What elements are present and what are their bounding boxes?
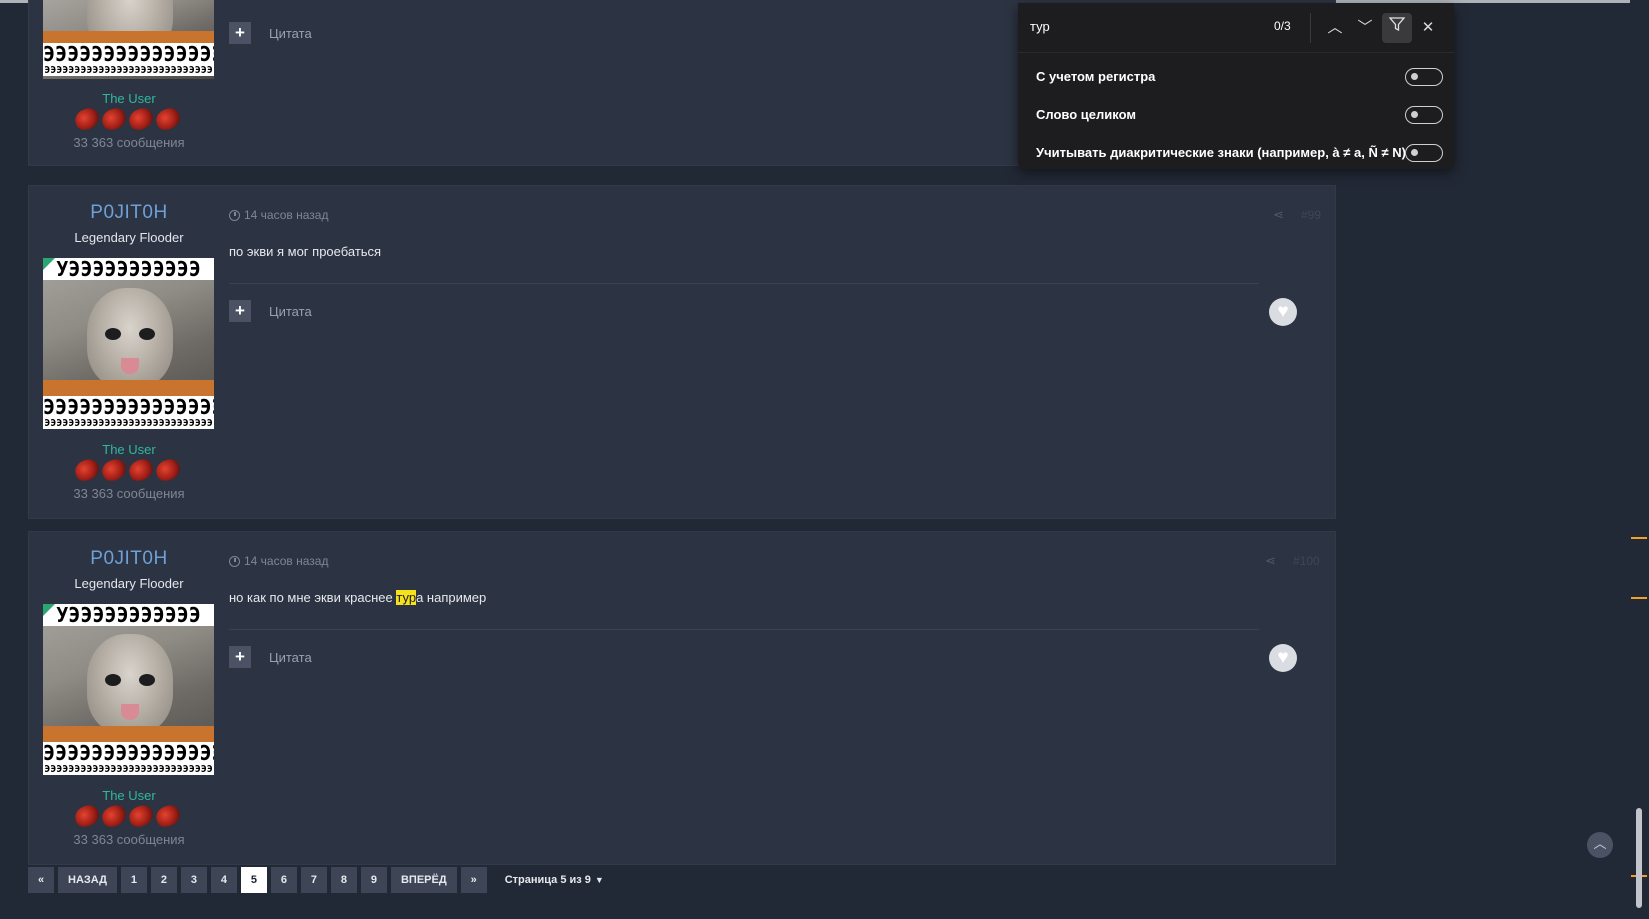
post-timestamp[interactable]: 14 часов назад (229, 208, 328, 222)
avatar-kitten (87, 634, 173, 734)
scrollbar[interactable] (1630, 0, 1649, 919)
quote-label[interactable]: Цитата (269, 26, 312, 41)
pagination: « НАЗАД 1 2 3 4 5 6 7 8 9 ВПЕРЁД » Стран… (28, 867, 604, 893)
post-number-link[interactable]: #99 (1301, 208, 1321, 222)
scrollbar-thumb[interactable] (1636, 808, 1642, 908)
filter-icon[interactable] (1382, 13, 1412, 43)
caret-down-icon: ▼ (594, 875, 604, 885)
avatar-caption: ЭЭЭЭЭЭЭЭЭЭЭЭЭЭЭЭЭЭ (43, 43, 214, 65)
author-rank: Legendary Flooder (74, 576, 184, 591)
page-jump-dropdown[interactable]: Страница 5 из 9 ▼ (505, 874, 604, 886)
avatar[interactable]: УЭЭЭЭЭЭЭЭЭЭЭ ЭЭЭЭЭЭЭЭЭЭЭЭЭЭ ЭЭЭЭ ЭЭЭЭЭЭЭЭ… (43, 604, 214, 775)
heart-icon[interactable]: ♥ (1269, 298, 1297, 326)
avatar-kitten (87, 288, 173, 388)
reputation-pips (72, 802, 185, 830)
author-group: The User (102, 442, 156, 457)
quote-button[interactable]: + (229, 646, 251, 668)
scroll-to-top-button[interactable]: ︿ (1587, 832, 1613, 858)
heart-icon[interactable]: ♥ (1269, 644, 1297, 672)
prev-page-button[interactable]: НАЗАД (58, 867, 117, 893)
diacritics-label: Учитывать диакритические знаки (например… (1036, 145, 1406, 160)
page-1-button[interactable]: 1 (120, 867, 147, 893)
find-input[interactable]: тур (1030, 19, 1050, 34)
search-match-marker (1631, 597, 1647, 599)
close-icon[interactable]: ✕ (1413, 13, 1443, 43)
author-group: The User (102, 788, 156, 803)
chevron-down-icon[interactable]: ﹀ (1350, 13, 1380, 43)
last-page-button[interactable]: » (460, 867, 487, 893)
post-content: но как по мне экви краснее тура например (229, 590, 486, 605)
online-indicator (43, 258, 55, 270)
post-divider (229, 629, 1259, 630)
page-5-button[interactable]: 5 (240, 867, 267, 893)
page-2-button[interactable]: 2 (150, 867, 177, 893)
find-separator (1310, 13, 1311, 43)
reputation-pips (72, 456, 185, 484)
author-group: The User (102, 91, 156, 106)
page-3-button[interactable]: 3 (180, 867, 207, 893)
content-text: а например (416, 590, 487, 605)
avatar[interactable]: ЭЭЭЭЭЭЭЭЭЭЭЭЭЭ ЭЭЭЭ ЭЭЭЭЭЭЭЭЭЭЭЭЭЭЭЭЭЭЭЭЭ… (43, 0, 214, 79)
quote-label[interactable]: Цитата (269, 650, 312, 665)
author-post-count: 33 363 сообщения (73, 832, 185, 847)
first-page-button[interactable]: « (28, 867, 54, 893)
author-name[interactable]: P0JIT0H (29, 548, 229, 570)
chevron-up-icon[interactable]: ︿ (1320, 13, 1350, 43)
avatar[interactable]: УЭЭЭЭЭЭЭЭЭЭЭ ЭЭЭЭЭЭЭЭЭЭЭЭЭЭ ЭЭЭЭ ЭЭЭЭЭЭЭЭ… (43, 258, 214, 429)
post-divider (229, 283, 1259, 284)
match-case-label: С учетом регистра (1036, 69, 1156, 84)
avatar-caption: ЭЭЭЭЭЭЭЭЭЭЭЭЭЭЭЭЭЭЭЭЭЭЭЭЭЭЭЭ (43, 764, 214, 775)
avatar-caption: ЭЭЭЭЭЭЭЭЭЭЭЭЭЭЭЭЭЭЭЭЭЭЭЭЭЭЭЭ (43, 65, 214, 76)
page-8-button[interactable]: 8 (330, 867, 357, 893)
avatar-caption: ЭЭЭЭЭЭЭЭЭЭЭЭЭЭЭЭЭЭ (43, 396, 214, 418)
online-indicator (43, 604, 55, 616)
author-rank: Legendary Flooder (74, 230, 184, 245)
post-timestamp[interactable]: 14 часов назад (229, 554, 328, 568)
quote-button[interactable]: + (229, 22, 251, 44)
post-number-link[interactable]: #100 (1293, 554, 1320, 568)
post: P0JIT0H Legendary Flooder УЭЭЭЭЭЭЭЭЭЭЭ Э… (28, 531, 1336, 865)
clock-icon (229, 555, 240, 567)
search-match-marker (1631, 537, 1647, 539)
avatar-caption: ЭЭЭЭЭЭЭЭЭЭЭЭЭЭЭЭЭЭЭЭЭЭЭЭЭЭЭЭ (43, 418, 214, 429)
match-case-toggle[interactable] (1405, 68, 1443, 86)
timestamp-text: 14 часов назад (244, 208, 329, 222)
page-info-text: Страница 5 из 9 (504, 874, 591, 886)
whole-word-label: Слово целиком (1036, 107, 1136, 122)
post: P0JIT0H Legendary Flooder УЭЭЭЭЭЭЭЭЭЭЭ Э… (28, 185, 1336, 519)
page-9-button[interactable]: 9 (360, 867, 387, 893)
whole-word-toggle[interactable] (1405, 106, 1443, 124)
find-divider (1018, 52, 1454, 53)
avatar-caption: ЭЭЭЭЭЭЭЭЭЭЭЭЭЭЭЭЭЭ (43, 742, 214, 764)
next-page-button[interactable]: ВПЕРЁД (390, 867, 457, 893)
clock-icon (229, 209, 240, 221)
avatar-caption: УЭЭЭЭЭЭЭЭЭЭЭ (43, 604, 214, 626)
content-text: но как по мне экви краснее (229, 590, 397, 605)
search-highlight: тур (396, 590, 417, 605)
timestamp-text: 14 часов назад (244, 554, 329, 568)
share-icon[interactable]: ⋖ (1273, 207, 1284, 223)
avatar-caption: УЭЭЭЭЭЭЭЭЭЭЭ (43, 258, 214, 280)
post-content: по экви я мог проебаться (229, 244, 382, 259)
page-6-button[interactable]: 6 (270, 867, 297, 893)
share-icon[interactable]: ⋖ (1265, 553, 1276, 569)
find-match-count: 0/3 (1274, 19, 1291, 33)
author-post-count: 33 363 сообщения (73, 135, 185, 150)
author-post-count: 33 363 сообщения (73, 486, 185, 501)
author-name[interactable]: P0JIT0H (29, 202, 229, 224)
page-7-button[interactable]: 7 (300, 867, 327, 893)
quote-label[interactable]: Цитата (269, 304, 312, 319)
page-4-button[interactable]: 4 (210, 867, 237, 893)
diacritics-toggle[interactable] (1405, 144, 1443, 162)
reputation-pips (72, 105, 185, 133)
find-in-page-panel: тур 0/3 ︿ ﹀ ✕ С учетом регистра Слово це… (1018, 3, 1454, 169)
quote-button[interactable]: + (229, 300, 251, 322)
